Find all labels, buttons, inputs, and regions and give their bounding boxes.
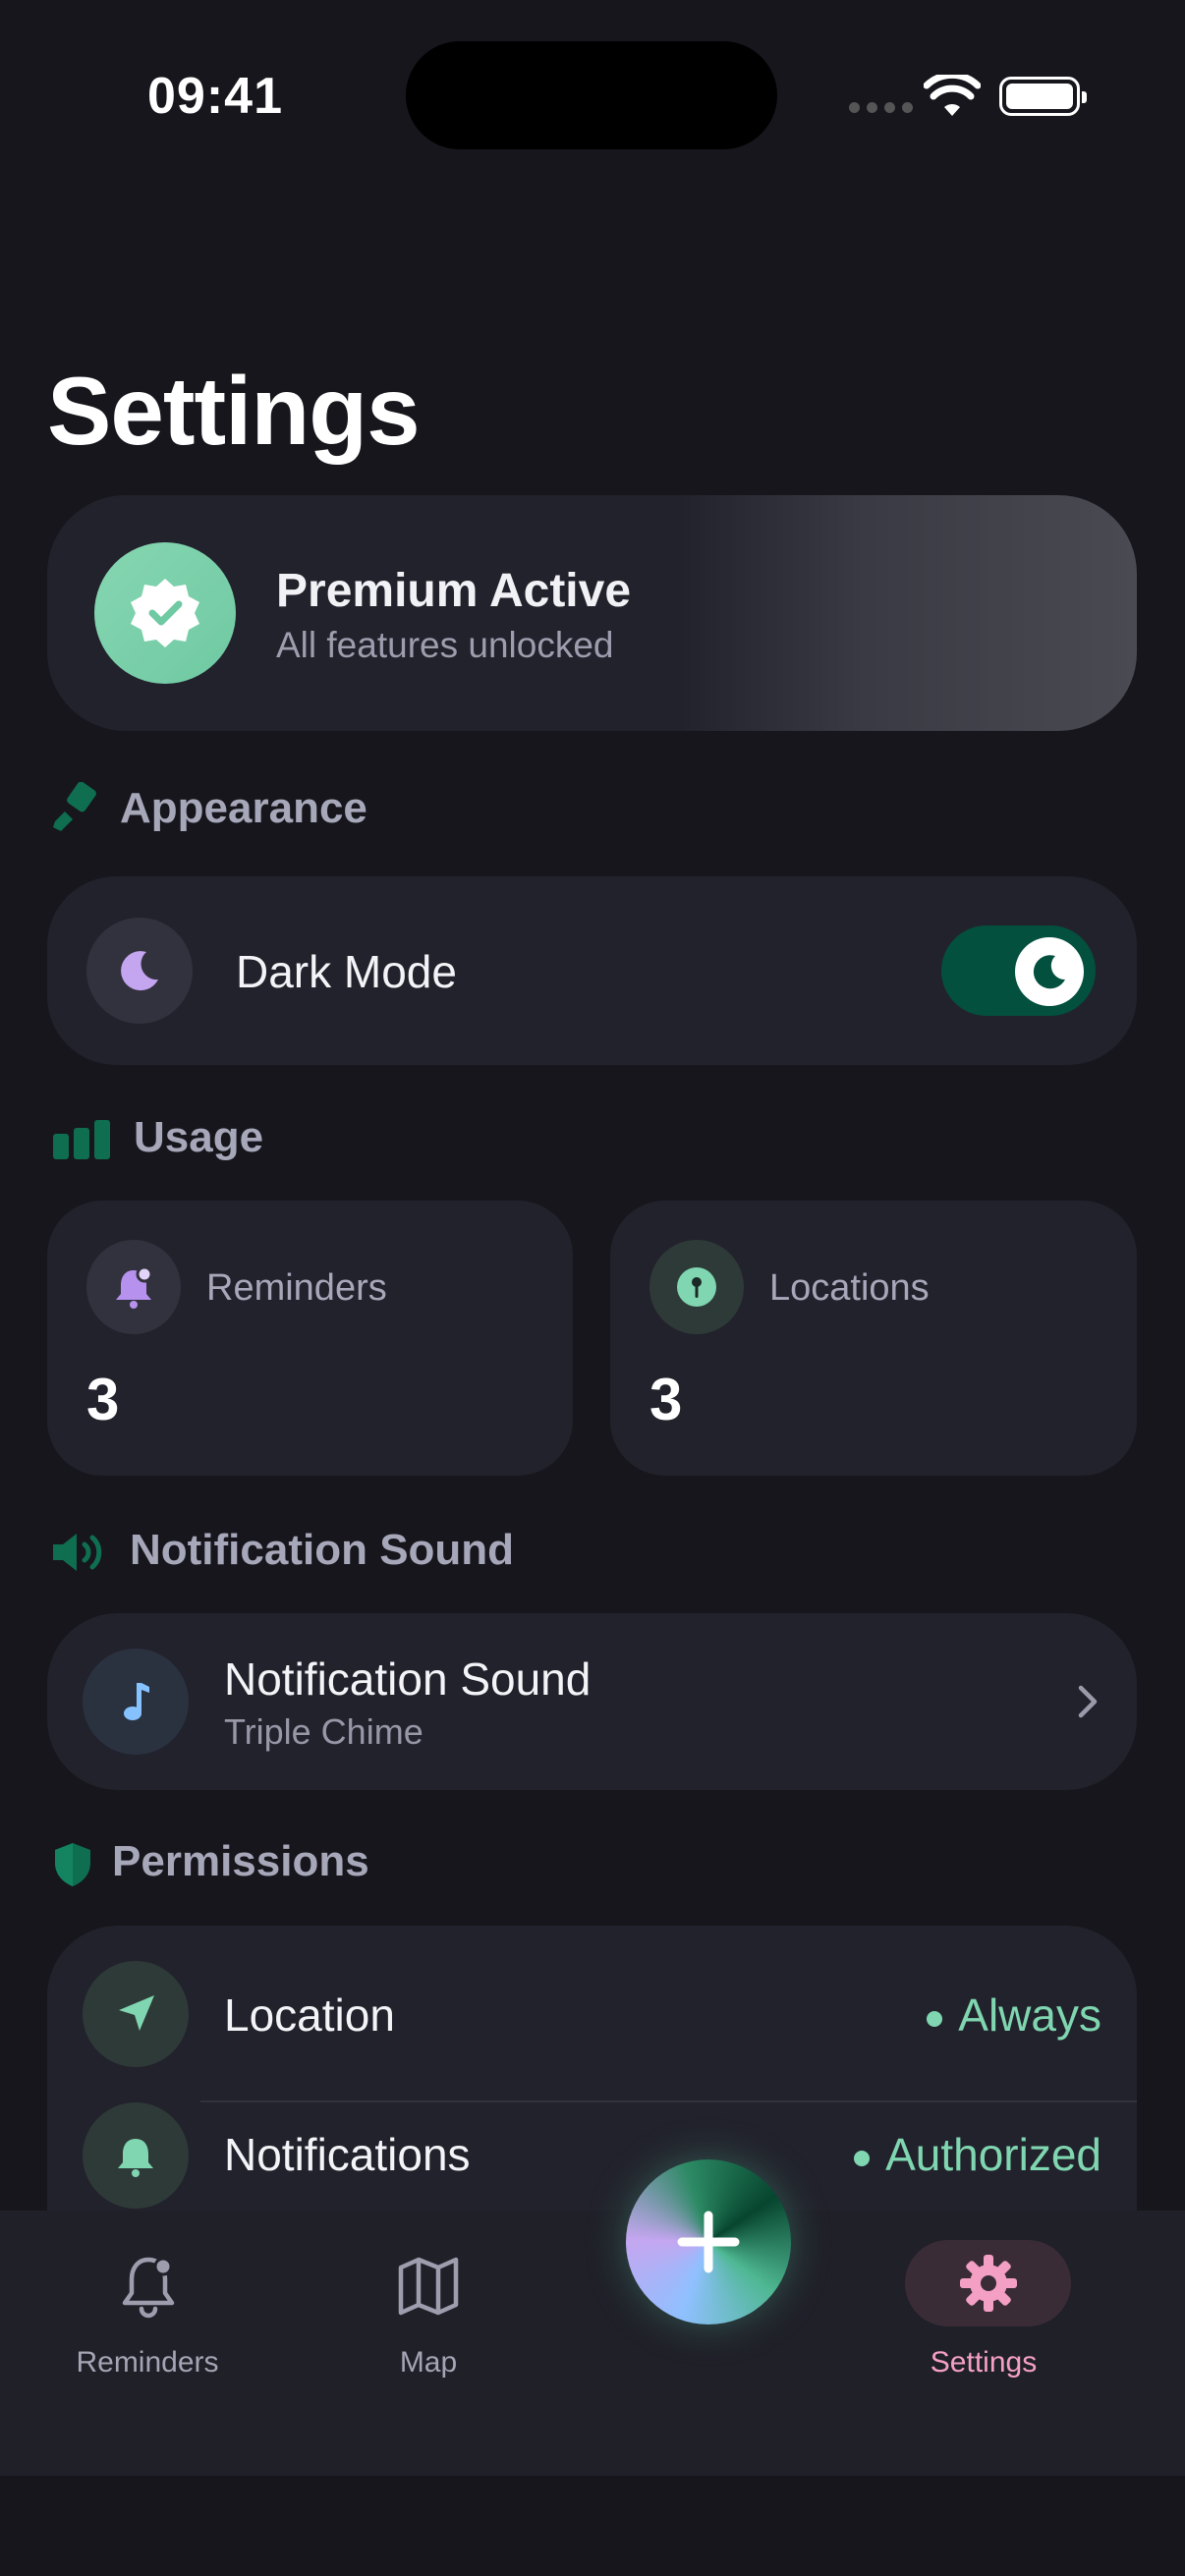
notification-sound-label: Notification Sound xyxy=(224,1653,592,1705)
bar-chart-icon xyxy=(53,1120,112,1159)
location-arrow-icon xyxy=(83,1961,189,2067)
wifi-icon xyxy=(924,75,981,118)
bell-icon xyxy=(86,1240,181,1334)
chevron-right-icon xyxy=(1077,1684,1099,1719)
pin-icon xyxy=(649,1240,744,1334)
tab-label: Map xyxy=(399,2346,458,2379)
toggle-knob-moon-icon xyxy=(1015,937,1084,1006)
permission-status: Authorized xyxy=(854,2128,1101,2181)
notification-sound-value: Triple Chime xyxy=(224,1711,423,1752)
speaker-icon xyxy=(51,1531,108,1574)
page-title: Settings xyxy=(47,357,421,465)
tab-bar: Reminders Map Settings xyxy=(0,2211,1185,2476)
bell-icon xyxy=(83,2102,189,2209)
plus-icon xyxy=(677,2211,740,2273)
stat-card-locations: Locations 3 xyxy=(610,1201,1137,1476)
tab-label: Settings xyxy=(930,2346,1038,2379)
tab-active-pill xyxy=(905,2240,1071,2326)
battery-icon xyxy=(999,77,1087,116)
add-button[interactable] xyxy=(626,2159,791,2324)
bell-icon xyxy=(118,2254,179,2319)
tab-reminders[interactable]: Reminders xyxy=(39,2254,255,2391)
map-icon xyxy=(397,2256,460,2317)
section-title-notification-sound: Notification Sound xyxy=(130,1526,515,1574)
premium-subtitle: All features unlocked xyxy=(276,625,614,665)
moon-icon xyxy=(86,918,193,1024)
stat-label: Reminders xyxy=(206,1267,387,1309)
permission-row-location[interactable]: Location Always xyxy=(47,1926,1137,2102)
notification-sound-row[interactable]: Notification Sound Triple Chime xyxy=(47,1613,1137,1790)
section-title-appearance: Appearance xyxy=(120,784,367,832)
dark-mode-label: Dark Mode xyxy=(236,946,457,997)
stat-value: 3 xyxy=(86,1367,120,1432)
section-title-usage: Usage xyxy=(134,1113,264,1161)
tab-label: Reminders xyxy=(76,2346,219,2379)
permission-status-text: Always xyxy=(958,1989,1101,2041)
verified-badge-icon xyxy=(94,542,236,684)
permission-status-text: Authorized xyxy=(885,2129,1101,2180)
dark-mode-toggle[interactable] xyxy=(941,925,1096,1016)
dark-mode-row: Dark Mode xyxy=(47,876,1137,1065)
shield-icon xyxy=(53,1841,92,1888)
permission-status: Always xyxy=(927,1988,1101,2042)
music-note-icon xyxy=(83,1649,189,1755)
paintbrush-icon xyxy=(51,782,98,833)
status-dot xyxy=(927,2010,943,2027)
gear-icon xyxy=(959,2255,1017,2312)
permission-label: Location xyxy=(224,1989,395,2041)
dynamic-island xyxy=(406,41,777,149)
status-time: 09:41 xyxy=(147,68,283,125)
signal-icon xyxy=(849,102,913,113)
section-title-permissions: Permissions xyxy=(112,1837,369,1885)
permission-label: Notifications xyxy=(224,2129,471,2180)
status-dot xyxy=(854,2150,871,2166)
premium-card[interactable]: Premium Active All features unlocked xyxy=(47,495,1137,731)
tab-settings[interactable]: Settings xyxy=(875,2240,1092,2397)
stat-label: Locations xyxy=(769,1267,930,1309)
premium-title: Premium Active xyxy=(276,565,632,617)
tab-map[interactable]: Map xyxy=(320,2254,536,2391)
stat-card-reminders: Reminders 3 xyxy=(47,1201,573,1476)
stat-value: 3 xyxy=(649,1367,683,1432)
